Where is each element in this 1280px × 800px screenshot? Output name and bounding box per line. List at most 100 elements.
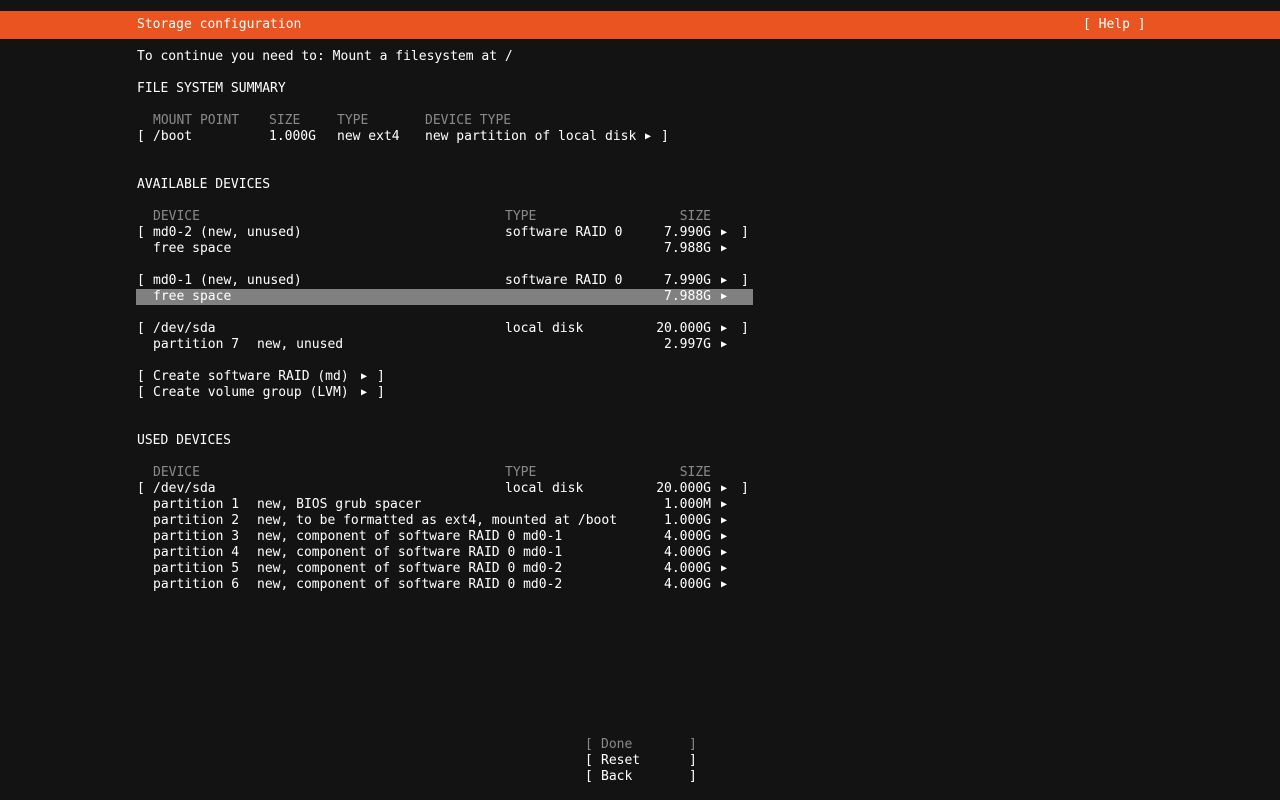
free-space-row-md0-1-selected[interactable]: free space 7.988G ▶ — [0, 289, 1280, 305]
ad-col-size: SIZE — [575, 209, 711, 225]
free-space-size: 7.988G — [575, 241, 711, 257]
expand-arrow-icon: ▶ — [721, 273, 727, 289]
bracket-open: [ — [585, 737, 593, 753]
fs-row-type: new ext4 — [337, 129, 400, 145]
partition-row-3[interactable]: partition 3 new, component of software R… — [0, 529, 1280, 545]
bracket-close: ] — [741, 225, 749, 241]
partition-label: partition 3 — [153, 529, 239, 545]
partition-size: 2.997G — [575, 337, 711, 353]
create-lvm-label: Create volume group (LVM) — [153, 385, 349, 401]
available-devices-heading-row: AVAILABLE DEVICES — [0, 177, 1280, 193]
used-devices-heading: USED DEVICES — [137, 433, 231, 449]
ud-col-type: TYPE — [505, 465, 536, 481]
expand-arrow-icon: ▶ — [721, 577, 727, 593]
bracket-close: ] — [741, 481, 749, 497]
fs-row-device-type: new partition of local disk — [425, 129, 636, 145]
partition-size: 4.000G — [575, 561, 711, 577]
fs-col-type: TYPE — [337, 113, 368, 129]
partition-size: 4.000G — [575, 529, 711, 545]
bracket-close: ] — [377, 385, 385, 401]
fs-summary-header-row: MOUNT POINT SIZE TYPE DEVICE TYPE — [0, 113, 1280, 129]
expand-arrow-icon: ▶ — [361, 369, 367, 385]
expand-arrow-icon: ▶ — [721, 529, 727, 545]
free-space-label: free space — [153, 289, 231, 305]
fs-col-mount-point: MOUNT POINT — [153, 113, 239, 129]
partition-desc: new, unused — [257, 337, 343, 353]
bracket-close: ] — [689, 753, 697, 769]
fs-summary-heading: FILE SYSTEM SUMMARY — [137, 81, 286, 97]
back-button[interactable]: [ Back ] — [0, 769, 1280, 785]
free-space-label: free space — [153, 241, 231, 257]
expand-arrow-icon: ▶ — [721, 481, 727, 497]
expand-arrow-icon: ▶ — [721, 561, 727, 577]
expand-arrow-icon: ▶ — [721, 225, 727, 241]
partition-row-2[interactable]: partition 2 new, to be formatted as ext4… — [0, 513, 1280, 529]
partition-row-5[interactable]: partition 5 new, component of software R… — [0, 561, 1280, 577]
device-name: md0-2 (new, unused) — [153, 225, 302, 241]
fs-row-size: 1.000G — [269, 129, 316, 145]
bracket-close: ] — [741, 273, 749, 289]
expand-arrow-icon: ▶ — [721, 545, 727, 561]
device-row-md0-1[interactable]: [ md0-1 (new, unused) software RAID 0 7.… — [0, 273, 1280, 289]
done-label: Done — [601, 737, 632, 753]
expand-arrow-icon: ▶ — [721, 241, 727, 257]
partition-desc: new, component of software RAID 0 md0-1 — [257, 529, 562, 545]
reset-button[interactable]: [ Reset ] — [0, 753, 1280, 769]
partition-row-4[interactable]: partition 4 new, component of software R… — [0, 545, 1280, 561]
partition-desc: new, component of software RAID 0 md0-2 — [257, 577, 562, 593]
ud-col-size: SIZE — [575, 465, 711, 481]
free-space-row-md0-2[interactable]: free space 7.988G ▶ — [0, 241, 1280, 257]
bracket-close: ] — [661, 129, 669, 145]
partition-label: partition 6 — [153, 577, 239, 593]
ad-col-device: DEVICE — [153, 209, 200, 225]
ud-col-device: DEVICE — [153, 465, 200, 481]
bracket-open: [ — [137, 273, 145, 289]
device-size: 7.990G — [575, 225, 711, 241]
intro-text: To continue you need to: Mount a filesys… — [137, 49, 513, 65]
bracket-close: ] — [377, 369, 385, 385]
reset-label: Reset — [601, 753, 640, 769]
device-type: local disk — [505, 481, 583, 497]
help-button[interactable]: [ Help ] — [1083, 11, 1146, 39]
device-name: /dev/sda — [153, 321, 216, 337]
expand-arrow-icon: ▶ — [645, 129, 651, 145]
partition-size: 4.000G — [575, 577, 711, 593]
bracket-open: [ — [137, 129, 145, 145]
device-name: md0-1 (new, unused) — [153, 273, 302, 289]
bracket-open: [ — [585, 769, 593, 785]
device-row-sda-used[interactable]: [ /dev/sda local disk 20.000G ▶ ] — [0, 481, 1280, 497]
partition-row-6[interactable]: partition 6 new, component of software R… — [0, 577, 1280, 593]
available-devices-heading: AVAILABLE DEVICES — [137, 177, 270, 193]
device-row-sda-available[interactable]: [ /dev/sda local disk 20.000G ▶ ] — [0, 321, 1280, 337]
partition-row-1[interactable]: partition 1 new, BIOS grub spacer 1.000M… — [0, 497, 1280, 513]
bracket-open: [ — [137, 321, 145, 337]
partition-size: 1.000G — [575, 513, 711, 529]
expand-arrow-icon: ▶ — [721, 513, 727, 529]
create-lvm-button[interactable]: [ Create volume group (LVM) ▶ ] — [0, 385, 1280, 401]
expand-arrow-icon: ▶ — [721, 497, 727, 513]
expand-arrow-icon: ▶ — [361, 385, 367, 401]
device-row-md0-2[interactable]: [ md0-2 (new, unused) software RAID 0 7.… — [0, 225, 1280, 241]
free-space-size: 7.988G — [575, 289, 711, 305]
partition-size: 1.000M — [575, 497, 711, 513]
device-name: /dev/sda — [153, 481, 216, 497]
partition-row-7[interactable]: partition 7 new, unused 2.997G ▶ — [0, 337, 1280, 353]
device-size: 7.990G — [575, 273, 711, 289]
partition-label: partition 4 — [153, 545, 239, 561]
expand-arrow-icon: ▶ — [721, 321, 727, 337]
partition-label: partition 5 — [153, 561, 239, 577]
partition-desc: new, BIOS grub spacer — [257, 497, 421, 513]
expand-arrow-icon: ▶ — [721, 337, 727, 353]
bracket-open: [ — [585, 753, 593, 769]
fs-summary-row-boot[interactable]: [ /boot 1.000G new ext4 new partition of… — [0, 129, 1280, 145]
bracket-open: [ — [137, 481, 145, 497]
bracket-close: ] — [689, 737, 697, 753]
create-raid-label: Create software RAID (md) — [153, 369, 349, 385]
partition-desc: new, component of software RAID 0 md0-2 — [257, 561, 562, 577]
device-size: 20.000G — [575, 481, 711, 497]
partition-size: 4.000G — [575, 545, 711, 561]
create-raid-button[interactable]: [ Create software RAID (md) ▶ ] — [0, 369, 1280, 385]
partition-desc: new, component of software RAID 0 md0-1 — [257, 545, 562, 561]
partition-desc: new, to be formatted as ext4, mounted at… — [257, 513, 617, 529]
done-button: [ Done ] — [0, 737, 1280, 753]
